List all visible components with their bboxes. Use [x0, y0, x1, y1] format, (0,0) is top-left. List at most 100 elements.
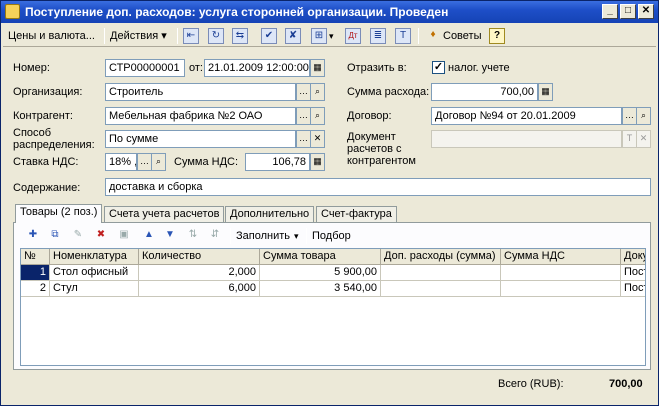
select-button[interactable]: …	[296, 130, 311, 148]
goods-sum-cell[interactable]: 5 900,00	[260, 265, 381, 281]
search-icon[interactable]: ⌕	[636, 107, 651, 125]
date-field[interactable]: 21.01.2009 12:00:00	[204, 59, 310, 77]
document-window: Поступление доп. расходов: услуга сторон…	[0, 0, 659, 406]
title-bar: Поступление доп. расходов: услуга сторон…	[1, 1, 658, 23]
content-field[interactable]: доставка и сборка	[105, 178, 651, 196]
delete-row-icon[interactable]: ✖	[94, 228, 108, 242]
sort-desc-icon[interactable]: ⇵	[208, 228, 222, 242]
toolbar-separator	[230, 228, 231, 244]
contract-field[interactable]: Договор №94 от 20.01.2009	[431, 107, 622, 125]
contractor-label: Контрагент:	[13, 110, 73, 122]
column-header[interactable]: Сумма товара	[260, 249, 381, 265]
vat-sum-cell[interactable]	[501, 265, 621, 281]
move-down-icon[interactable]: ▼	[163, 228, 177, 242]
maximize-button[interactable]: □	[620, 4, 636, 19]
tips-button[interactable]: Советы	[440, 27, 484, 45]
contractor-field[interactable]: Мебельная фабрика №2 ОАО	[105, 107, 296, 125]
window-title: Поступление доп. расходов: услуга сторон…	[25, 5, 449, 19]
report-icon[interactable]: ≣	[370, 28, 386, 44]
tab-additional[interactable]: Дополнительно	[225, 206, 315, 222]
fill-button[interactable]: Заполнить	[236, 230, 290, 243]
total-value: 700,00	[609, 378, 643, 390]
toolbar-separator	[177, 28, 178, 44]
organization-field[interactable]: Строитель	[105, 83, 296, 101]
calendar-icon[interactable]: ▦	[310, 59, 325, 77]
toolbar-separator	[306, 228, 307, 244]
unpost-icon[interactable]: ✘	[285, 28, 301, 44]
edit-row-icon[interactable]: ✎	[71, 228, 85, 242]
select-button[interactable]: …	[296, 107, 311, 125]
goods-sum-cell[interactable]: 3 540,00	[260, 281, 381, 297]
tab-invoice[interactable]: Счет-фактура	[316, 206, 397, 222]
select-button[interactable]: …	[137, 153, 152, 171]
refresh-icon[interactable]: ↻	[208, 28, 224, 44]
vat-sum-field[interactable]: 106,78	[245, 153, 310, 171]
add-row-icon[interactable]: ✚	[26, 228, 40, 242]
search-icon[interactable]: ⌕	[151, 153, 166, 171]
clear-icon[interactable]: ✕	[310, 130, 325, 148]
post-icon[interactable]: ✔	[261, 28, 277, 44]
column-header[interactable]: Сумма НДС	[501, 249, 621, 265]
tips-icon: ♦	[430, 29, 436, 40]
document-cell[interactable]: Пост	[621, 265, 645, 281]
nomenclature-cell[interactable]: Стул	[50, 281, 139, 297]
search-icon[interactable]: ⌕	[310, 107, 325, 125]
close-button[interactable]: ✕	[638, 4, 654, 19]
structure-dropdown-button[interactable]: ▾	[326, 27, 337, 45]
clear-icon: ✕	[636, 130, 651, 148]
quantity-cell[interactable]: 6,000	[139, 281, 260, 297]
vat-rate-field[interactable]: 18% ,	[105, 153, 137, 171]
nomenclature-cell[interactable]: Стол офисный	[50, 265, 139, 281]
goods-panel: ✚ ⧉ ✎ ✖ ▣ ▲ ▼ ⇅ ⇵ Заполнить ▾ Подбор № Н…	[13, 222, 651, 370]
column-header[interactable]: Доку	[621, 249, 645, 265]
quantity-cell[interactable]: 2,000	[139, 265, 260, 281]
calculator-icon[interactable]: ▦	[538, 83, 553, 101]
tab-goods[interactable]: Товары (2 поз.)	[15, 204, 103, 223]
column-header[interactable]: №	[21, 249, 50, 265]
number-field[interactable]: СТР00000001	[105, 59, 185, 77]
vat-rate-label: Ставка НДС:	[13, 156, 79, 168]
select-button[interactable]: …	[296, 83, 311, 101]
vat-sum-cell[interactable]	[501, 281, 621, 297]
extra-expense-cell[interactable]	[381, 281, 501, 297]
select-goods-button[interactable]: Подбор	[312, 230, 351, 243]
column-header[interactable]: Доп. расходы (сумма)	[381, 249, 501, 265]
expense-sum-field[interactable]: 700,00	[431, 83, 538, 101]
settlement-doc-label: контрагентом	[347, 155, 416, 167]
settlement-doc-field[interactable]	[431, 130, 622, 148]
tab-settlement-accounts[interactable]: Счета учета расчетов	[104, 206, 225, 222]
arrow-left-icon[interactable]: ⇤	[183, 28, 199, 44]
extra-expense-cell[interactable]	[381, 265, 501, 281]
prices-currency-button[interactable]: Цены и валюта...	[5, 27, 98, 45]
date-label: от:	[189, 62, 203, 74]
move-up-icon[interactable]: ▲	[142, 228, 156, 242]
reflect-label: Отразить в:	[347, 62, 407, 74]
document-cell[interactable]: Пост	[621, 281, 645, 297]
toolbar-separator	[104, 28, 105, 44]
organization-label: Организация:	[13, 86, 83, 98]
type-icon: T	[622, 130, 637, 148]
actions-menu-button[interactable]: Действия ▾	[107, 27, 170, 45]
search-icon[interactable]: ⌕	[310, 83, 325, 101]
column-header[interactable]: Номенклатура	[50, 249, 139, 265]
tax-accounting-label: налог. учете	[448, 62, 510, 74]
column-header[interactable]: Количество	[139, 249, 260, 265]
structure-icon[interactable]: ⊞	[311, 28, 327, 44]
calculator-icon[interactable]: ▦	[310, 153, 325, 171]
toolbar: Цены и валюта... Действия ▾ ⇤ ↻ ⇆ ✔ ✘ ⊞ …	[3, 25, 656, 47]
vat-sum-label: Сумма НДС:	[174, 156, 239, 168]
insert-text-icon[interactable]: T	[395, 28, 411, 44]
select-button[interactable]: …	[622, 107, 637, 125]
sort-asc-icon[interactable]: ⇅	[186, 228, 200, 242]
copy-row-icon[interactable]: ⧉	[48, 228, 62, 242]
minimize-button[interactable]: _	[602, 4, 618, 19]
dt-kt-icon[interactable]: Дт	[345, 28, 361, 44]
refresh2-icon[interactable]: ⇆	[232, 28, 248, 44]
distribution-field[interactable]: По сумме	[105, 130, 296, 148]
fill-dropdown-icon[interactable]: ▾	[294, 230, 299, 243]
row-number-cell[interactable]: 2	[21, 281, 50, 297]
tax-accounting-checkbox[interactable]: ✓	[432, 61, 445, 74]
help-button[interactable]: ?	[489, 28, 505, 44]
row-number-cell[interactable]: 1	[21, 265, 50, 281]
end-edit-icon[interactable]: ▣	[117, 228, 131, 242]
